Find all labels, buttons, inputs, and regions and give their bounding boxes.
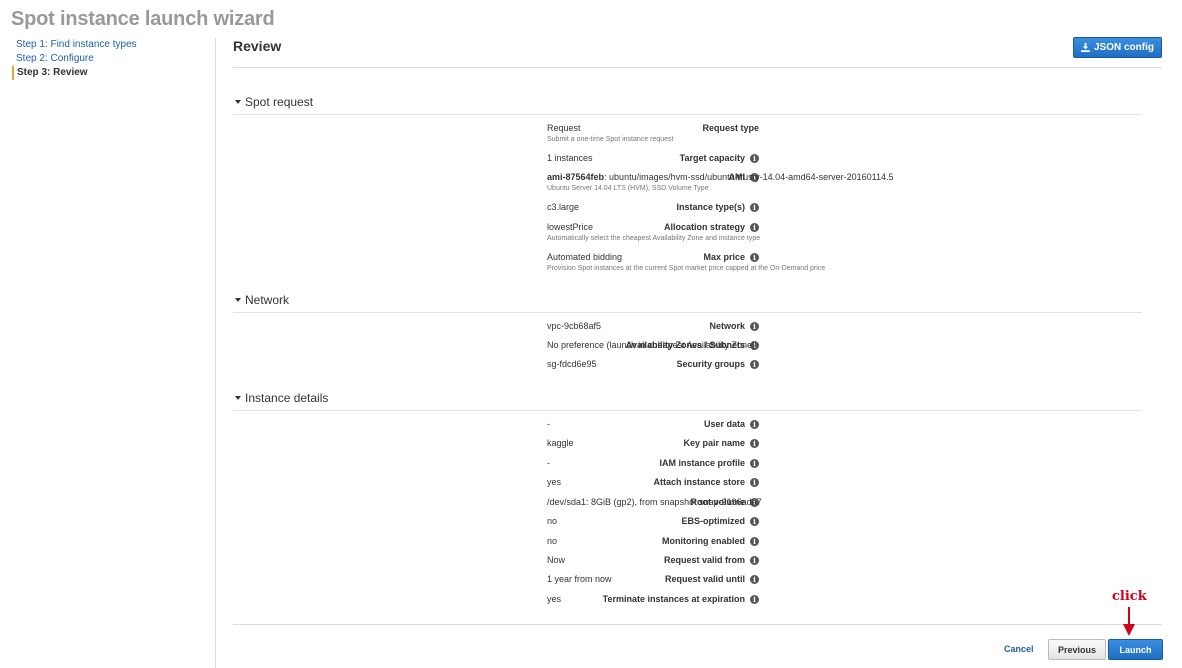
wizard-steps: Step 1: Find instance types Step 2: Conf… — [12, 38, 212, 80]
field-label: Target capacity i — [680, 152, 759, 164]
field-value: Now — [547, 555, 566, 565]
field-value: yes — [547, 594, 562, 604]
info-icon[interactable]: i — [750, 477, 759, 487]
wizard-title: Spot instance launch wizard — [11, 8, 275, 30]
field-label: Key pair name i — [683, 437, 759, 449]
json-config-button[interactable]: JSON config — [1073, 37, 1162, 58]
red-arrow-icon — [1123, 607, 1135, 636]
field-label: EBS-optimized i — [681, 515, 759, 527]
section-spot-request[interactable]: Spot request — [235, 95, 313, 109]
info-icon[interactable]: i — [750, 438, 759, 448]
field-label: Instance type(s) i — [676, 201, 759, 213]
section-title: Spot request — [245, 95, 314, 109]
field-value: c3.large — [547, 202, 580, 212]
field-value: - — [547, 458, 550, 468]
section-divider — [233, 410, 1142, 411]
info-icon[interactable]: i — [750, 458, 759, 468]
cancel-link[interactable]: Cancel — [1004, 644, 1034, 654]
field-label: Network i — [709, 320, 759, 332]
field-label: IAM instance profile i — [659, 457, 759, 469]
sidebar-divider — [215, 38, 216, 668]
caret-down-icon — [235, 298, 241, 302]
field-label: Security groups i — [676, 358, 759, 370]
field-value: No preference (launch in cheapest Availa… — [547, 340, 755, 350]
field-value: 1 instances — [547, 153, 593, 163]
field-value: vpc-9cb68af5 — [547, 321, 602, 331]
info-icon[interactable]: i — [750, 555, 759, 565]
caret-down-icon — [235, 396, 241, 400]
field-value: Request Submit a one-time Spot instance r… — [547, 123, 674, 143]
field-label: Monitoring enabled i — [662, 535, 759, 547]
section-divider — [233, 312, 1142, 313]
field-value: kaggle — [547, 438, 574, 448]
field-label: User data i — [704, 418, 759, 430]
field-value: 1 year from now — [547, 574, 612, 584]
step-configure[interactable]: Step 2: Configure — [12, 52, 212, 66]
field-label: Terminate instances at expiration i — [603, 593, 759, 605]
field-description: Provision Spot instances at the current … — [547, 265, 826, 272]
info-icon[interactable]: i — [750, 419, 759, 429]
field-value: no — [547, 516, 558, 526]
page-title: Review — [233, 38, 282, 54]
field-description: Submit a one-time Spot instance request — [547, 136, 674, 143]
info-icon[interactable]: i — [750, 594, 759, 604]
json-config-label: JSON config — [1093, 42, 1154, 53]
click-annotation: click — [1112, 589, 1147, 604]
step-review: Step 3: Review — [12, 66, 212, 80]
previous-button[interactable]: Previous — [1048, 639, 1106, 660]
info-icon[interactable]: i — [750, 536, 759, 546]
field-description: Automatically select the cheapest Availa… — [547, 235, 761, 242]
field-value: Automated bidding Provision Spot instance… — [547, 252, 826, 272]
field-label: Request valid until i — [665, 573, 759, 585]
info-icon[interactable]: i — [750, 321, 759, 331]
field-label: Request valid from i — [664, 554, 759, 566]
section-divider — [233, 114, 1142, 115]
header-divider — [233, 67, 1162, 68]
field-label: Request type — [702, 123, 759, 133]
field-value: - — [547, 419, 550, 429]
footer-divider — [233, 624, 1162, 625]
field-value: lowestPrice Automatically select the chea… — [547, 222, 761, 242]
field-value: no — [547, 536, 558, 546]
info-icon[interactable]: i — [750, 359, 759, 369]
info-icon[interactable]: i — [750, 153, 759, 163]
section-network[interactable]: Network — [235, 293, 289, 307]
info-icon[interactable]: i — [750, 202, 759, 212]
section-title: Network — [245, 293, 290, 307]
launch-button[interactable]: Launch — [1108, 639, 1163, 660]
step-find-instance-types[interactable]: Step 1: Find instance types — [12, 38, 212, 52]
field-label: Attach instance store i — [653, 476, 759, 488]
info-icon[interactable]: i — [750, 574, 759, 584]
field-value: /dev/sda1: 8GiB (gp2), from snapshot sna… — [547, 497, 762, 507]
field-value: sg-fdcd6e95 — [547, 359, 597, 369]
field-description: Ubuntu Server 14.04 LTS (HVM), SSD Volum… — [547, 185, 709, 192]
download-icon — [1080, 43, 1090, 52]
field-value: ami-87564feb: ubuntu/images/hvm-ssd/ubun… — [547, 172, 894, 192]
section-instance-details[interactable]: Instance details — [235, 391, 328, 405]
caret-down-icon — [235, 100, 241, 104]
field-value: yes — [547, 477, 562, 487]
info-icon[interactable]: i — [750, 516, 759, 526]
section-title: Instance details — [245, 391, 329, 405]
